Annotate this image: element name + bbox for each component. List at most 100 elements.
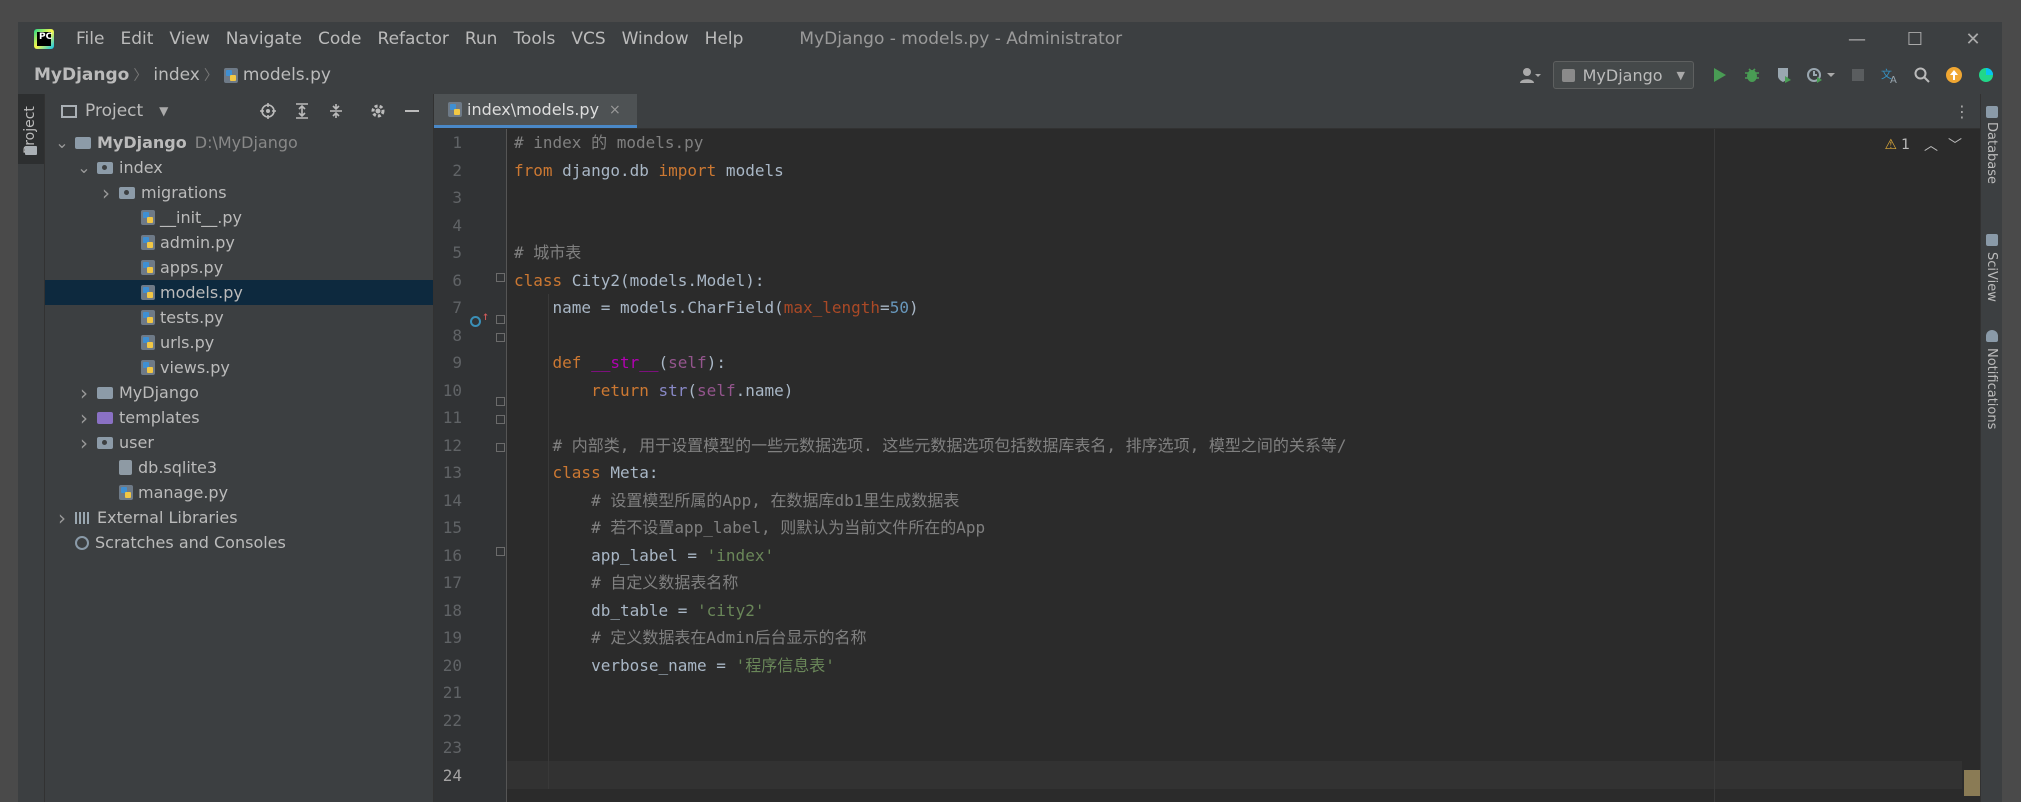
chevron-right-icon[interactable]: › — [77, 381, 91, 405]
line-number: 16 — [442, 545, 462, 565]
line-number: 15 — [442, 518, 462, 537]
minimize-button[interactable]: — — [1828, 22, 1886, 56]
breadcrumb-project[interactable]: MyDjango — [34, 65, 129, 85]
line-number: 11 — [442, 408, 462, 427]
menu-item-view[interactable]: View — [169, 29, 209, 49]
notifications-tool-tab[interactable]: Notifications — [1984, 348, 1999, 429]
menu-item-help[interactable]: Help — [705, 29, 744, 49]
line-number: 1 — [452, 133, 462, 152]
tree-item-label: migrations — [141, 183, 227, 202]
tree-item[interactable]: __init__.py — [45, 205, 433, 230]
tree-item[interactable]: tests.py — [45, 305, 433, 330]
menu-item-tools[interactable]: Tools — [513, 29, 555, 49]
chevron-right-icon[interactable]: › — [77, 431, 91, 455]
user-settings-icon[interactable] — [1518, 62, 1544, 88]
tree-item[interactable]: ⌄ MyDjango D:\MyDjango — [45, 130, 433, 155]
fold-marker-icon[interactable] — [496, 547, 505, 556]
locate-file-icon[interactable] — [255, 98, 281, 124]
line-number: 13 — [442, 463, 462, 482]
menu-item-run[interactable]: Run — [465, 29, 498, 49]
tree-item[interactable]: › templates — [45, 405, 433, 430]
close-button[interactable]: ✕ — [1944, 22, 2002, 56]
coverage-icon[interactable] — [1771, 62, 1797, 88]
chevron-right-icon[interactable]: › — [99, 181, 113, 205]
database-tool-tab[interactable]: Database — [1984, 122, 1999, 184]
chevron-down-icon[interactable]: ﹀ — [1948, 135, 1962, 155]
fold-marker-icon[interactable] — [496, 443, 505, 452]
chevron-right-icon[interactable]: › — [77, 406, 91, 430]
profile-icon[interactable] — [1803, 62, 1839, 88]
tree-item[interactable]: Scratches and Consoles — [45, 530, 433, 555]
debug-icon[interactable] — [1739, 62, 1765, 88]
editor-tab-models[interactable]: index\models.py × — [434, 94, 637, 128]
expand-all-icon[interactable] — [289, 98, 315, 124]
hide-panel-icon[interactable] — [399, 98, 425, 124]
python-file-icon — [141, 360, 155, 375]
stop-icon[interactable] — [1845, 62, 1871, 88]
tree-item[interactable]: models.py — [45, 280, 433, 305]
fold-marker-icon[interactable] — [496, 273, 505, 282]
code-token: # 城市表 — [514, 243, 582, 262]
project-tool-tab[interactable]: Project — [18, 94, 44, 164]
tree-item[interactable]: › External Libraries — [45, 505, 433, 530]
fold-marker-icon[interactable] — [496, 415, 505, 424]
code-line: app_label = 'index' — [514, 542, 1347, 570]
chevron-down-icon[interactable]: ⌄ — [77, 159, 91, 175]
more-options-icon[interactable]: ⋮ — [1954, 102, 1970, 121]
chevron-down-icon[interactable]: ▼ — [159, 104, 168, 118]
tree-item[interactable]: admin.py — [45, 230, 433, 255]
fold-marker-icon[interactable] — [496, 397, 505, 406]
code-token: django.db — [552, 160, 659, 180]
chevron-right-icon[interactable]: › — [55, 506, 69, 530]
code-lines[interactable]: # index 的 models.py from django.db import… — [514, 129, 1347, 789]
tree-item[interactable]: ⌄ index — [45, 155, 433, 180]
menu-item-code[interactable]: Code — [318, 29, 362, 49]
run-configuration-label: MyDjango — [1582, 65, 1663, 85]
menu-item-edit[interactable]: Edit — [120, 29, 153, 49]
breadcrumb-file[interactable]: models.py — [223, 65, 331, 85]
right-tool-stripe: Database SciView Notifications — [1980, 94, 2002, 802]
tree-item[interactable]: views.py — [45, 355, 433, 380]
maximize-button[interactable]: ☐ — [1886, 22, 1944, 56]
translate-icon[interactable]: 文A — [1877, 62, 1903, 88]
python-file-icon — [141, 210, 155, 225]
tree-item[interactable]: urls.py — [45, 330, 433, 355]
inspection-widget[interactable]: ⚠ 1 ︿ ﹀ — [1885, 135, 1962, 155]
menu-item-window[interactable]: Window — [622, 29, 689, 49]
tree-item[interactable]: › MyDjango — [45, 380, 433, 405]
update-icon[interactable] — [1941, 62, 1967, 88]
line-number: 4 — [452, 215, 462, 235]
breadcrumb-index[interactable]: index — [153, 65, 200, 85]
tree-item[interactable]: manage.py — [45, 480, 433, 505]
override-method-icon[interactable] — [470, 316, 481, 327]
chevron-up-icon[interactable]: ︿ — [1924, 135, 1938, 155]
fold-marker-icon[interactable] — [496, 333, 505, 342]
fold-marker-icon[interactable] — [496, 315, 505, 324]
code-line: class Meta: — [514, 459, 1347, 487]
tree-item[interactable]: › user — [45, 430, 433, 455]
project-window-icon — [61, 104, 77, 118]
project-view-selector[interactable]: Project — [85, 101, 143, 121]
code-area[interactable]: 1 2 3 4 5 6 7 8 9 10 11 12 13 14 15 16 17 18 19 20 21 22 23 24 … — [434, 129, 1980, 802]
menu-item-refactor[interactable]: Refactor — [378, 29, 449, 49]
tree-item[interactable]: apps.py — [45, 255, 433, 280]
run-icon[interactable] — [1707, 62, 1733, 88]
gear-icon[interactable] — [365, 98, 391, 124]
tree-item[interactable]: › migrations — [45, 180, 433, 205]
code-token: __str__ — [591, 353, 659, 372]
menu-item-file[interactable]: File — [76, 29, 104, 49]
jetbrains-icon[interactable] — [1973, 62, 1999, 88]
sciview-tool-tab[interactable]: SciView — [1984, 252, 1999, 302]
code-token: # 设置模型所属的App, 在数据库db1里生成数据表 — [514, 490, 960, 510]
close-tab-icon[interactable]: × — [609, 102, 621, 118]
menu-item-navigate[interactable]: Navigate — [226, 29, 302, 49]
tree-item[interactable]: db.sqlite3 — [45, 455, 433, 480]
chevron-down-icon[interactable]: ⌄ — [55, 134, 69, 150]
notifications-icon — [1986, 330, 1998, 342]
search-icon[interactable] — [1909, 62, 1935, 88]
collapse-all-icon[interactable] — [323, 98, 349, 124]
scrollbar-thumb[interactable] — [1964, 770, 1980, 796]
run-configuration-select[interactable]: MyDjango ▼ — [1552, 61, 1694, 89]
code-line: class City2(models.Model): — [514, 267, 1347, 295]
menu-item-vcs[interactable]: VCS — [571, 29, 605, 49]
